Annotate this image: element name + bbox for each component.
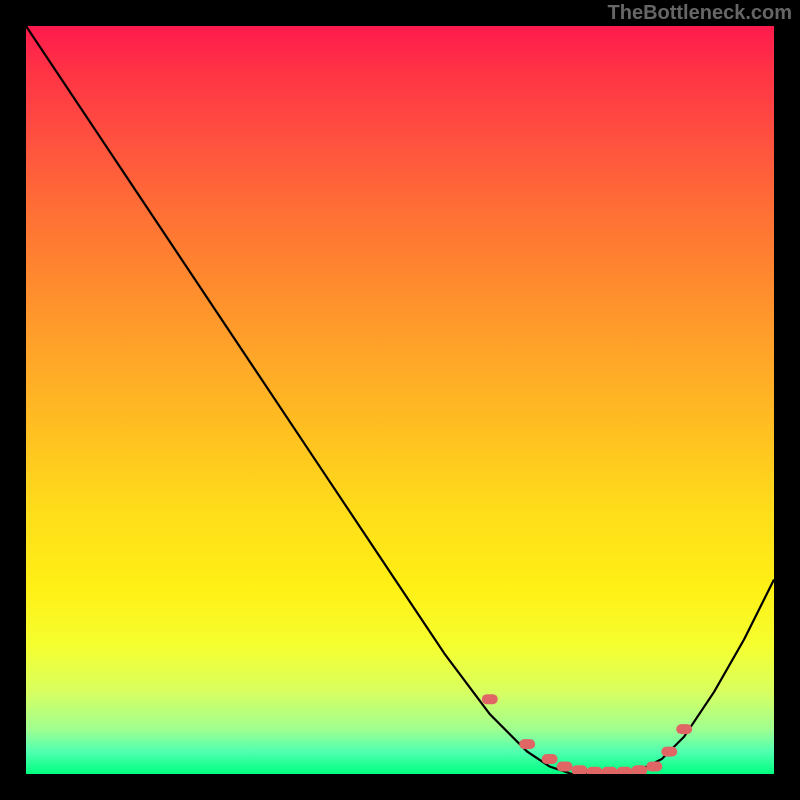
watermark-text: TheBottleneck.com [608,2,792,25]
gradient-background [26,26,774,774]
plot-area [26,26,774,774]
